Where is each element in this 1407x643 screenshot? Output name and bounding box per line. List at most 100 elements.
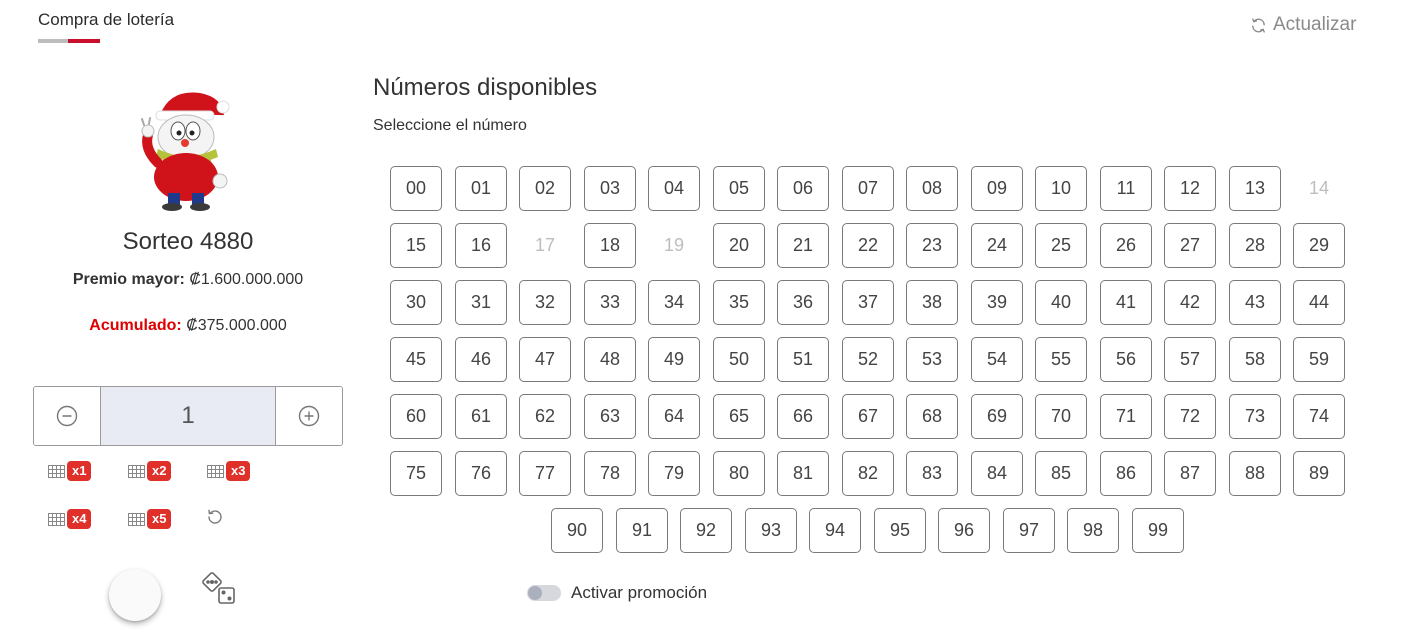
quick-pick-button[interactable] [109, 569, 161, 621]
number-05-button[interactable]: 05 [713, 166, 765, 211]
number-81-button[interactable]: 81 [777, 451, 829, 496]
number-35-button[interactable]: 35 [713, 280, 765, 325]
number-63-button[interactable]: 63 [584, 394, 636, 439]
number-79-button[interactable]: 79 [648, 451, 700, 496]
promo-toggle[interactable] [527, 585, 561, 601]
number-26-button[interactable]: 26 [1100, 223, 1152, 268]
number-88-button[interactable]: 88 [1229, 451, 1281, 496]
tab-compra-loteria[interactable]: Compra de lotería [38, 10, 174, 30]
number-65-button[interactable]: 65 [713, 394, 765, 439]
number-53-button[interactable]: 53 [906, 337, 958, 382]
number-64-button[interactable]: 64 [648, 394, 700, 439]
multiplier-x4-button[interactable]: x4 [48, 509, 92, 529]
number-84-button[interactable]: 84 [971, 451, 1023, 496]
decrease-button[interactable] [34, 387, 101, 445]
increase-button[interactable] [275, 387, 342, 445]
number-33-button[interactable]: 33 [584, 280, 636, 325]
number-54-button[interactable]: 54 [971, 337, 1023, 382]
number-34-button[interactable]: 34 [648, 280, 700, 325]
number-03-button[interactable]: 03 [584, 166, 636, 211]
number-49-button[interactable]: 49 [648, 337, 700, 382]
number-43-button[interactable]: 43 [1229, 280, 1281, 325]
number-20-button[interactable]: 20 [713, 223, 765, 268]
number-76-button[interactable]: 76 [455, 451, 507, 496]
number-73-button[interactable]: 73 [1229, 394, 1281, 439]
number-96-button[interactable]: 96 [938, 508, 990, 553]
number-62-button[interactable]: 62 [519, 394, 571, 439]
number-09-button[interactable]: 09 [971, 166, 1023, 211]
number-80-button[interactable]: 80 [713, 451, 765, 496]
number-61-button[interactable]: 61 [455, 394, 507, 439]
reset-icon[interactable] [206, 508, 224, 526]
number-97-button[interactable]: 97 [1003, 508, 1055, 553]
number-74-button[interactable]: 74 [1293, 394, 1345, 439]
number-95-button[interactable]: 95 [874, 508, 926, 553]
number-18-button[interactable]: 18 [584, 223, 636, 268]
number-16-button[interactable]: 16 [455, 223, 507, 268]
number-69-button[interactable]: 69 [971, 394, 1023, 439]
number-12-button[interactable]: 12 [1164, 166, 1216, 211]
number-72-button[interactable]: 72 [1164, 394, 1216, 439]
number-02-button[interactable]: 02 [519, 166, 571, 211]
number-41-button[interactable]: 41 [1100, 280, 1152, 325]
number-60-button[interactable]: 60 [390, 394, 442, 439]
number-08-button[interactable]: 08 [906, 166, 958, 211]
number-94-button[interactable]: 94 [809, 508, 861, 553]
number-57-button[interactable]: 57 [1164, 337, 1216, 382]
number-89-button[interactable]: 89 [1293, 451, 1345, 496]
number-59-button[interactable]: 59 [1293, 337, 1345, 382]
number-45-button[interactable]: 45 [390, 337, 442, 382]
number-27-button[interactable]: 27 [1164, 223, 1216, 268]
number-71-button[interactable]: 71 [1100, 394, 1152, 439]
number-25-button[interactable]: 25 [1035, 223, 1087, 268]
number-40-button[interactable]: 40 [1035, 280, 1087, 325]
number-58-button[interactable]: 58 [1229, 337, 1281, 382]
number-42-button[interactable]: 42 [1164, 280, 1216, 325]
number-04-button[interactable]: 04 [648, 166, 700, 211]
number-66-button[interactable]: 66 [777, 394, 829, 439]
number-01-button[interactable]: 01 [455, 166, 507, 211]
multiplier-x1-button[interactable]: x1 [48, 461, 92, 481]
dice-icon[interactable] [200, 572, 238, 606]
number-82-button[interactable]: 82 [842, 451, 894, 496]
number-46-button[interactable]: 46 [455, 337, 507, 382]
number-67-button[interactable]: 67 [842, 394, 894, 439]
number-48-button[interactable]: 48 [584, 337, 636, 382]
number-92-button[interactable]: 92 [680, 508, 732, 553]
number-87-button[interactable]: 87 [1164, 451, 1216, 496]
number-07-button[interactable]: 07 [842, 166, 894, 211]
number-90-button[interactable]: 90 [551, 508, 603, 553]
number-99-button[interactable]: 99 [1132, 508, 1184, 553]
number-29-button[interactable]: 29 [1293, 223, 1345, 268]
number-24-button[interactable]: 24 [971, 223, 1023, 268]
number-98-button[interactable]: 98 [1067, 508, 1119, 553]
number-68-button[interactable]: 68 [906, 394, 958, 439]
number-83-button[interactable]: 83 [906, 451, 958, 496]
number-10-button[interactable]: 10 [1035, 166, 1087, 211]
number-50-button[interactable]: 50 [713, 337, 765, 382]
quantity-value[interactable]: 1 [101, 387, 275, 445]
number-47-button[interactable]: 47 [519, 337, 571, 382]
number-31-button[interactable]: 31 [455, 280, 507, 325]
number-77-button[interactable]: 77 [519, 451, 571, 496]
number-39-button[interactable]: 39 [971, 280, 1023, 325]
number-37-button[interactable]: 37 [842, 280, 894, 325]
number-91-button[interactable]: 91 [616, 508, 668, 553]
number-30-button[interactable]: 30 [390, 280, 442, 325]
multiplier-x3-button[interactable]: x3 [207, 461, 251, 481]
number-55-button[interactable]: 55 [1035, 337, 1087, 382]
number-56-button[interactable]: 56 [1100, 337, 1152, 382]
number-23-button[interactable]: 23 [906, 223, 958, 268]
number-85-button[interactable]: 85 [1035, 451, 1087, 496]
refresh-button[interactable]: Actualizar [1250, 14, 1356, 36]
number-11-button[interactable]: 11 [1100, 166, 1152, 211]
number-75-button[interactable]: 75 [390, 451, 442, 496]
number-21-button[interactable]: 21 [777, 223, 829, 268]
number-51-button[interactable]: 51 [777, 337, 829, 382]
number-38-button[interactable]: 38 [906, 280, 958, 325]
number-28-button[interactable]: 28 [1229, 223, 1281, 268]
number-15-button[interactable]: 15 [390, 223, 442, 268]
number-86-button[interactable]: 86 [1100, 451, 1152, 496]
number-52-button[interactable]: 52 [842, 337, 894, 382]
number-00-button[interactable]: 00 [390, 166, 442, 211]
